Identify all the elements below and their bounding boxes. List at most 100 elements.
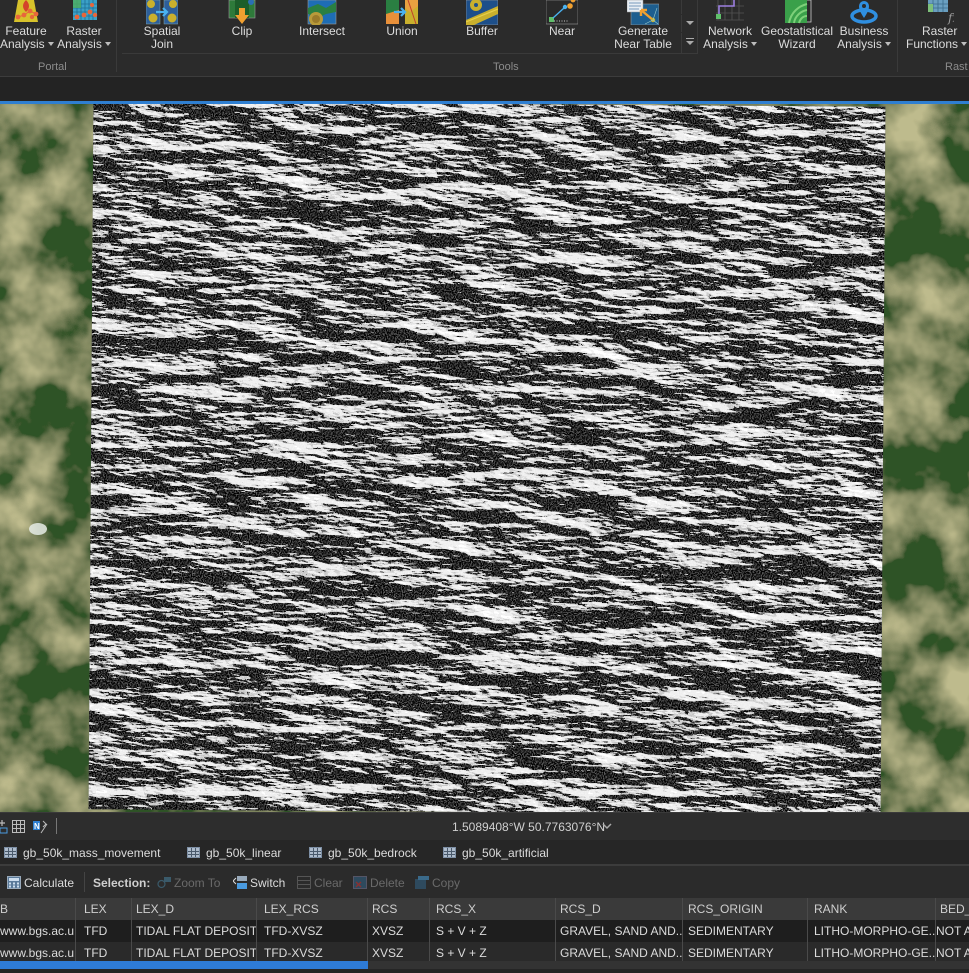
- table-cell[interactable]: XVSZ: [368, 920, 430, 942]
- dropdown-caret-icon: [47, 42, 54, 46]
- column-header[interactable]: RCS: [368, 898, 430, 920]
- tab-label: gb_50k_artificial: [462, 846, 549, 860]
- business-analysis-button[interactable]: Business Analysis: [836, 0, 892, 52]
- table-cell[interactable]: TFD-XVSZ: [260, 942, 368, 961]
- delete-label: Delete: [370, 876, 405, 890]
- geostatistical-wizard-label-2: Wizard: [778, 37, 816, 51]
- tab-gb-50k-linear[interactable]: gb_50k_linear: [187, 846, 281, 860]
- group-divider: [897, 0, 898, 72]
- copy-selection-button[interactable]: Copy: [415, 876, 460, 890]
- add-layer-icon[interactable]: [0, 820, 8, 834]
- table-icon: [187, 847, 200, 858]
- table-row[interactable]: www.bgs.ac.u... TFD TIDAL FLAT DEPOSITS …: [0, 942, 969, 961]
- raster-functions-button[interactable]: fx RasterFunctions: [903, 0, 969, 52]
- table-cell[interactable]: SEDIMENTARY: [684, 942, 808, 961]
- clear-selection-button[interactable]: Clear: [297, 876, 343, 890]
- union-button[interactable]: Union: [376, 0, 428, 50]
- column-header[interactable]: RCS_ORIGIN: [684, 898, 808, 920]
- toolbar-divider: [84, 872, 85, 892]
- raster-functions-icon: fx: [928, 0, 954, 25]
- map-canvas[interactable]: [0, 104, 969, 812]
- gallery-expand-button[interactable]: [681, 33, 697, 53]
- tab-label: gb_50k_linear: [206, 846, 282, 860]
- table-cell[interactable]: GRAVEL, SAND AND...: [556, 920, 683, 942]
- scrollbar-thumb[interactable]: [0, 961, 369, 969]
- raster-analysis-label-2: Analysis: [57, 37, 102, 51]
- table-cell[interactable]: TIDAL FLAT DEPOSITS: [132, 942, 257, 961]
- tools-group-label: Tools: [493, 61, 519, 73]
- buffer-button[interactable]: Buffer: [456, 0, 508, 50]
- network-analysis-label-2: Analysis: [703, 37, 748, 51]
- column-header[interactable]: LEX: [80, 898, 132, 920]
- clip-label: Clip: [231, 24, 253, 38]
- network-analysis-label-1: Network: [707, 24, 752, 38]
- expand-gallery-icon: [686, 41, 694, 45]
- column-header[interactable]: LEX_D: [132, 898, 257, 920]
- table-cell[interactable]: LITHO-MORPHO-GE...: [810, 942, 936, 961]
- intersect-button[interactable]: Intersect: [296, 0, 348, 50]
- network-analysis-button[interactable]: Network Analysis: [702, 0, 758, 52]
- table-cell[interactable]: XVSZ: [368, 942, 430, 961]
- svg-text:fx: fx: [947, 11, 954, 25]
- spatial-join-button[interactable]: Spatial Join: [136, 0, 188, 51]
- generate-near-table-icon: [627, 0, 659, 25]
- column-header[interactable]: B: [0, 898, 76, 920]
- buffer-label: Buffer: [466, 24, 498, 38]
- table-cell[interactable]: TFD-XVSZ: [260, 920, 368, 942]
- table-cell[interactable]: SEDIMENTARY: [684, 920, 808, 942]
- tab-gb-50k-bedrock[interactable]: gb_50k_bedrock: [309, 846, 417, 860]
- near-button[interactable]: Near: [536, 0, 588, 50]
- zoom-to-button[interactable]: Zoom To: [157, 876, 220, 890]
- map-view[interactable]: [0, 104, 969, 812]
- feature-analysis-label-2: Analysis: [0, 37, 45, 51]
- table-cell[interactable]: TIDAL FLAT DEPOSITS: [132, 920, 257, 942]
- delete-selection-button[interactable]: Delete: [353, 876, 405, 890]
- column-header[interactable]: RCS_X: [432, 898, 556, 920]
- union-label: Union: [386, 24, 418, 38]
- tab-gb-50k-mass-movement[interactable]: gb_50k_mass_movement: [4, 846, 160, 860]
- generate-near-table-button[interactable]: Generate Near Table: [610, 0, 676, 51]
- spatial-join-icon: [146, 0, 178, 25]
- geostatistical-wizard-button[interactable]: Geostatistical Wizard: [760, 0, 834, 52]
- table-cell[interactable]: GRAVEL, SAND AND...: [556, 942, 683, 961]
- gallery-scroll-up[interactable]: [681, 0, 697, 14]
- table-cell[interactable]: S + V + Z: [432, 920, 556, 942]
- table-cell[interactable]: www.bgs.ac.u...: [0, 920, 76, 942]
- table-cell[interactable]: LITHO-MORPHO-GE...: [810, 920, 936, 942]
- coordinate-format-dropdown-icon[interactable]: [602, 823, 612, 830]
- horizontal-scrollbar[interactable]: [0, 961, 969, 969]
- feature-analysis-button[interactable]: Feature Analysis: [0, 0, 54, 52]
- zoom-to-icon: [157, 877, 171, 889]
- union-icon: [386, 0, 418, 25]
- near-icon: [546, 0, 578, 25]
- tab-label: gb_50k_mass_movement: [23, 846, 161, 860]
- north-arrow-icon[interactable]: N: [33, 819, 49, 834]
- grid-icon[interactable]: [12, 820, 26, 834]
- tab-gb-50k-artificial[interactable]: gb_50k_artificial: [443, 846, 549, 860]
- column-header[interactable]: BED_E: [936, 898, 969, 920]
- buffer-icon: [466, 0, 498, 25]
- table-cell[interactable]: www.bgs.ac.u...: [0, 942, 76, 961]
- clip-button[interactable]: Clip: [216, 0, 268, 50]
- gallery-scroll-down-button[interactable]: [681, 15, 697, 32]
- raster-analysis-button[interactable]: Raster Analysis: [56, 0, 112, 52]
- column-header[interactable]: LEX_RCS: [260, 898, 368, 920]
- portal-group-label: Portal: [38, 61, 67, 73]
- clear-selection-icon: [297, 876, 311, 889]
- calculate-button[interactable]: Calculate: [7, 876, 74, 890]
- toolbar-divider: [56, 818, 57, 834]
- table-cell[interactable]: TFD: [80, 942, 132, 961]
- chevron-down-icon: [686, 21, 694, 25]
- table-icon: [309, 847, 322, 858]
- table-cell[interactable]: TFD: [80, 920, 132, 942]
- table-cell[interactable]: NOT A: [932, 920, 969, 942]
- feature-analysis-icon: [14, 0, 39, 22]
- column-header[interactable]: RANK: [810, 898, 936, 920]
- table-cell[interactable]: S + V + Z: [432, 942, 556, 961]
- dropdown-caret-icon: [961, 42, 968, 46]
- column-header[interactable]: RCS_D: [556, 898, 683, 920]
- table-cell[interactable]: NOT A: [932, 942, 969, 961]
- switch-selection-button[interactable]: Switch: [233, 876, 285, 890]
- raster-analysis-label-1: Raster: [66, 24, 102, 38]
- table-row[interactable]: www.bgs.ac.u... TFD TIDAL FLAT DEPOSITS …: [0, 920, 969, 942]
